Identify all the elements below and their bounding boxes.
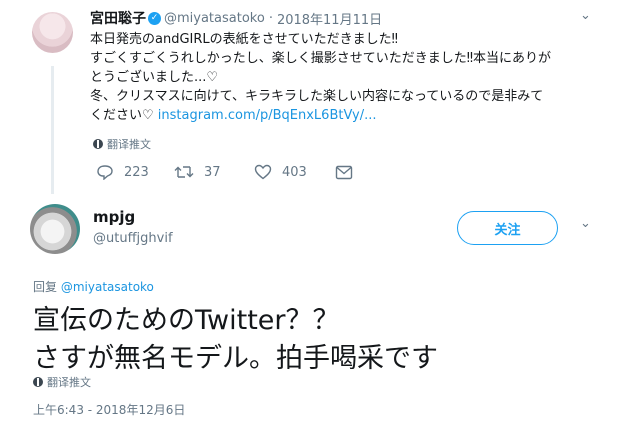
tweet-line: 冬、クリスマスに向けて、キラキラした楽しい内容になっているので是非みて bbox=[90, 89, 544, 104]
separator: · bbox=[268, 10, 273, 26]
tweet-line-text: ください♡ bbox=[90, 108, 158, 123]
reply-count: 223 bbox=[124, 164, 149, 180]
verified-badge-icon: ✓ bbox=[148, 11, 161, 25]
follow-button[interactable]: 关注 bbox=[457, 211, 558, 245]
globe-icon bbox=[93, 139, 103, 149]
reply-prefix: 回复 bbox=[33, 280, 58, 294]
avatar[interactable] bbox=[32, 12, 73, 53]
avatar[interactable] bbox=[30, 204, 80, 254]
envelope-icon bbox=[335, 165, 353, 180]
chevron-down-icon[interactable]: ⌄ bbox=[580, 216, 591, 231]
tweet-line: さすが無名モデル。拍手喝采です bbox=[33, 343, 438, 374]
translate-tweet[interactable]: 翻译推文 bbox=[33, 374, 91, 390]
tweet-text: 本日発売のandGIRLの表紙をさせていただきました‼ すごくすごくうれしかった… bbox=[90, 30, 610, 125]
reply-button[interactable]: 223 bbox=[96, 164, 149, 180]
tweet-header: 宮田聡子 ✓ @miyatasatoko · 2018年11月11日 bbox=[90, 8, 382, 28]
tweet-line: 本日発売のandGIRLの表紙をさせていただきました‼ bbox=[90, 32, 398, 47]
like-button[interactable]: 403 bbox=[254, 164, 307, 180]
direct-message-button[interactable] bbox=[335, 165, 353, 184]
translate-label: 翻译推文 bbox=[47, 376, 91, 389]
chevron-down-icon[interactable]: ⌄ bbox=[580, 8, 591, 23]
tweet-date[interactable]: 2018年11月11日 bbox=[277, 9, 382, 28]
retweet-button[interactable]: 37 bbox=[174, 164, 221, 180]
reply-to-mention[interactable]: @miyatasatoko bbox=[61, 280, 154, 294]
tweet-line: とうございました...♡ bbox=[90, 70, 219, 85]
display-name[interactable]: mpjg bbox=[93, 208, 135, 226]
tweet-line: すごくすごくうれしかったし、楽しく撮影させていただきました‼本当にありが bbox=[90, 51, 552, 66]
follow-label: 关注 bbox=[494, 222, 521, 238]
user-handle[interactable]: @miyatasatoko bbox=[164, 11, 265, 26]
translate-label: 翻译推文 bbox=[107, 138, 151, 151]
retweet-icon bbox=[174, 166, 194, 178]
instagram-link[interactable]: instagram.com/p/BqEnxL6BtVy/... bbox=[158, 108, 377, 123]
display-name[interactable]: 宮田聡子 bbox=[90, 8, 146, 28]
thread-connector-line bbox=[51, 66, 54, 194]
tweet-text: 宣伝のためのTwitter？？ さすが無名モデル。拍手喝采です bbox=[33, 302, 438, 378]
reply-context: 回复 @miyatasatoko bbox=[33, 278, 154, 295]
globe-icon bbox=[33, 377, 43, 387]
heart-icon bbox=[254, 164, 272, 180]
tweet-line: 宣伝のためのTwitter？？ bbox=[33, 305, 340, 336]
retweet-count: 37 bbox=[204, 164, 221, 180]
tweet-timestamp[interactable]: 上午6:43 - 2018年12月6日 bbox=[33, 401, 185, 418]
user-handle[interactable]: @utuffjghvif bbox=[93, 231, 173, 246]
action-bar: 223 37 403 bbox=[96, 164, 396, 186]
reply-icon bbox=[97, 165, 113, 180]
tweet-line: ください♡ instagram.com/p/BqEnxL6BtVy/... bbox=[90, 106, 610, 125]
like-count: 403 bbox=[282, 164, 307, 180]
translate-tweet[interactable]: 翻译推文 bbox=[93, 136, 151, 152]
